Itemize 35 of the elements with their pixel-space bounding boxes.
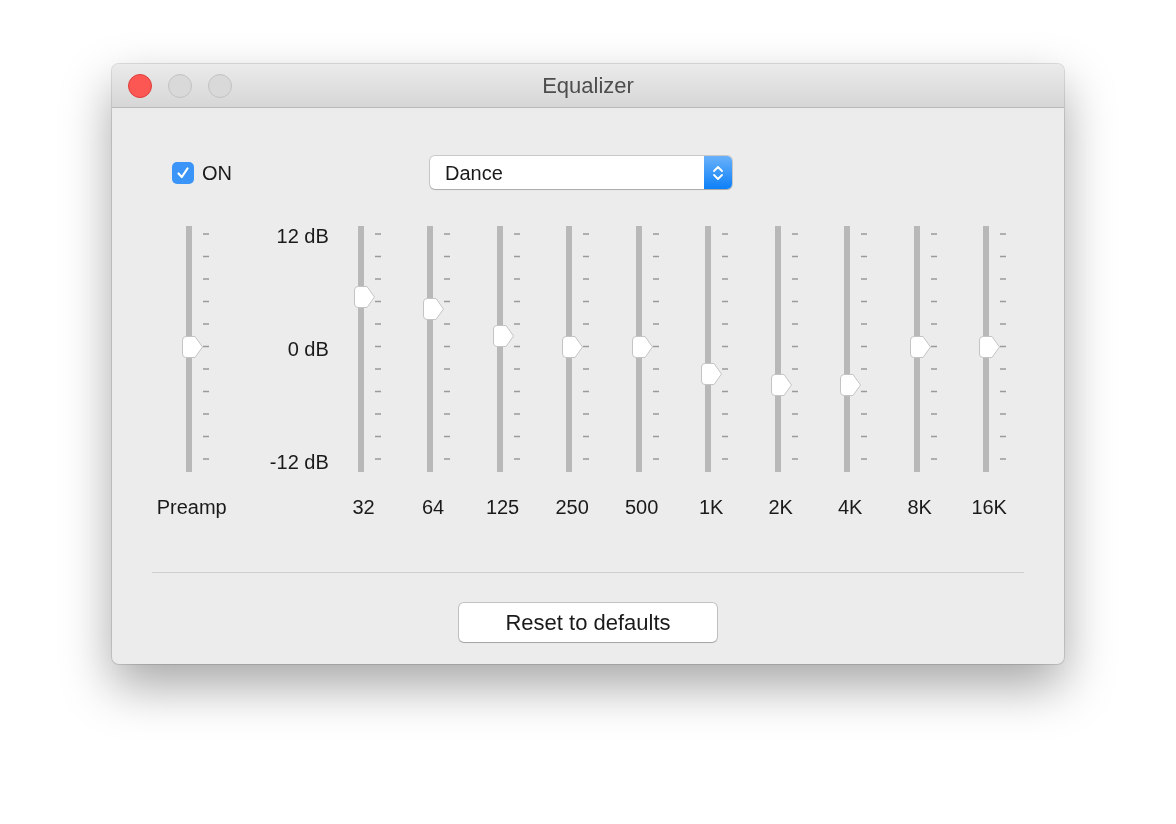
band-label: 16K	[971, 495, 1007, 520]
on-checkbox[interactable]	[172, 161, 194, 184]
slider-thumb[interactable]	[423, 297, 445, 320]
band-label: 4K	[837, 495, 863, 520]
band-label: 64	[421, 495, 445, 520]
band-label: Preamp	[156, 495, 227, 520]
slider-thumb[interactable]	[562, 335, 584, 358]
scale-label: -12 dB	[269, 452, 329, 472]
band-label: 32	[352, 495, 375, 520]
band-label: 8K	[907, 495, 932, 520]
checkmark-icon	[176, 165, 190, 180]
band-label: 500	[624, 495, 659, 520]
slider-thumb[interactable]	[979, 335, 1001, 358]
window-title: Equalizer	[542, 72, 634, 100]
on-label: ON	[202, 160, 232, 186]
slider-thumb[interactable]	[840, 373, 862, 396]
slider-thumb[interactable]	[631, 335, 653, 358]
band-label: 2K	[768, 495, 793, 520]
minimize-button[interactable]	[168, 74, 192, 98]
reset-to-defaults-button[interactable]: Reset to defaults	[459, 603, 717, 642]
band-label: 125	[485, 495, 520, 520]
slider-thumb[interactable]	[770, 373, 792, 396]
stepper-chevrons-icon	[704, 156, 732, 189]
zoom-button[interactable]	[208, 74, 232, 98]
scale-label: 0 dB	[287, 339, 329, 359]
slider-thumb[interactable]	[909, 335, 931, 358]
slider-thumb[interactable]	[492, 324, 514, 347]
band-label: 1K	[698, 495, 724, 520]
preset-dropdown[interactable]: Dance	[430, 156, 732, 189]
scale-label: 12 dB	[276, 226, 329, 246]
slider-thumb[interactable]	[353, 286, 375, 308]
band-label: 250	[555, 495, 589, 520]
slider-thumb[interactable]	[701, 362, 723, 385]
close-button[interactable]	[128, 74, 152, 98]
slider-thumb[interactable]	[181, 335, 203, 358]
